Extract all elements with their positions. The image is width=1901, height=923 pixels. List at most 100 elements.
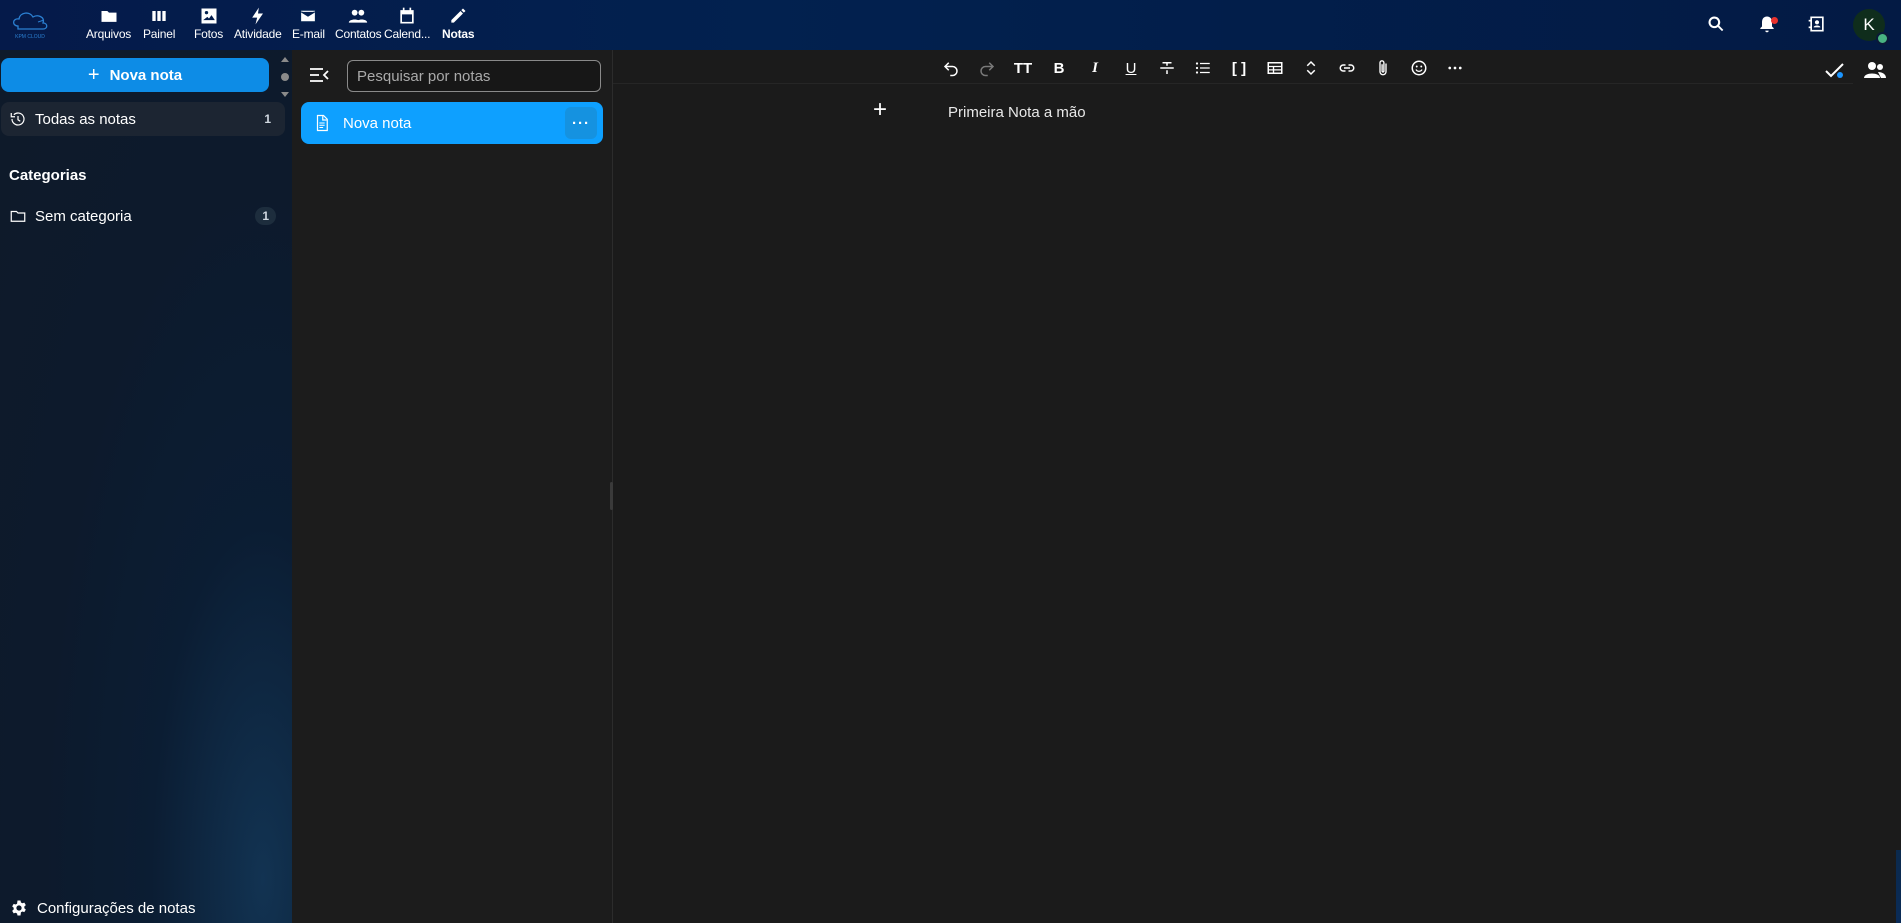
scroll-up-icon xyxy=(281,57,289,62)
emoji-icon xyxy=(1411,60,1427,76)
app-files[interactable]: Arquivos xyxy=(86,6,131,46)
text-size-button[interactable]: TT xyxy=(1011,56,1035,80)
underline-icon: U xyxy=(1125,59,1137,77)
collapse-sidebar-icon[interactable] xyxy=(308,64,330,86)
notification-badge xyxy=(1771,17,1778,24)
nav-item-count: 1 xyxy=(264,112,271,126)
mail-icon xyxy=(300,9,317,23)
note-list-item[interactable]: Nova nota ··· xyxy=(301,102,603,144)
note-editor: TT B I U [ ] + Primeira Nota a mão xyxy=(610,50,1901,923)
underline-button[interactable]: U xyxy=(1119,56,1143,80)
app-activity[interactable]: Atividade xyxy=(234,6,282,46)
note-content[interactable]: Primeira Nota a mão xyxy=(948,104,1086,121)
link-icon xyxy=(1339,64,1355,72)
strikethrough-button[interactable] xyxy=(1155,56,1179,80)
app-label: Arquivos xyxy=(86,27,132,41)
undo-icon xyxy=(943,62,958,77)
editor-toolbar: TT B I U [ ] xyxy=(613,50,1853,84)
new-note-label: Nova nota xyxy=(109,66,183,84)
app-label: Notas xyxy=(442,27,475,41)
app-calendar[interactable]: Calend... xyxy=(384,6,430,46)
svg-text:KPM CLOUD: KPM CLOUD xyxy=(15,34,45,40)
more-icon xyxy=(1448,66,1462,70)
contacts-menu-button[interactable] xyxy=(1803,10,1831,38)
plus-icon: + xyxy=(87,63,100,86)
app-label: Atividade xyxy=(234,27,282,41)
nav-item-count: 1 xyxy=(255,207,276,225)
note-actions-button[interactable]: ··· xyxy=(565,107,597,139)
add-block-icon[interactable]: + xyxy=(868,98,892,124)
code-block-button[interactable]: [ ] xyxy=(1227,56,1251,80)
link-button[interactable] xyxy=(1335,56,1359,80)
strikethrough-icon xyxy=(1160,62,1174,74)
contacts-icon xyxy=(349,9,368,23)
redo-icon xyxy=(980,62,995,77)
folder-icon xyxy=(101,11,117,22)
italic-button[interactable]: I xyxy=(1083,56,1107,80)
search-notes-input[interactable] xyxy=(347,60,601,92)
app-navigation: + Nova nota Todas as notas 1 Categorias … xyxy=(0,50,292,923)
attachment-button[interactable] xyxy=(1371,56,1395,80)
app-dashboard[interactable]: Painel xyxy=(143,6,175,46)
notes-settings-button[interactable]: Configurações de notas xyxy=(10,899,195,917)
calendar-icon xyxy=(400,7,414,24)
panel-resize-handle[interactable] xyxy=(610,482,613,510)
unfold-icon xyxy=(1306,60,1316,76)
more-icon: ··· xyxy=(572,114,590,132)
categories-heading: Categorias xyxy=(9,167,87,184)
history-icon xyxy=(10,112,25,126)
nav-item-label: Todas as notas xyxy=(35,110,136,128)
saved-status-icon[interactable] xyxy=(1823,58,1847,82)
app-logo[interactable]: KPM CLOUD xyxy=(8,8,52,40)
contact-card-icon xyxy=(1808,16,1824,32)
table-icon xyxy=(1267,62,1283,74)
redo-button[interactable] xyxy=(975,56,999,80)
sessions-icon[interactable] xyxy=(1863,58,1887,82)
scroll-thumb xyxy=(281,73,289,81)
app-label: Fotos xyxy=(194,27,224,41)
app-photos[interactable]: Fotos xyxy=(194,6,223,46)
list-icon xyxy=(1195,62,1210,74)
search-button[interactable] xyxy=(1702,10,1730,38)
sync-status-dot xyxy=(1837,72,1843,78)
bolt-icon xyxy=(251,7,263,25)
folder-outline-icon xyxy=(10,210,26,222)
app-contacts[interactable]: Contatos xyxy=(335,6,382,46)
emoji-button[interactable] xyxy=(1407,56,1431,80)
bold-button[interactable]: B xyxy=(1047,56,1071,80)
search-icon xyxy=(1708,16,1724,32)
brackets-icon: [ ] xyxy=(1231,59,1247,77)
more-options-button[interactable] xyxy=(1443,56,1467,80)
bold-icon: B xyxy=(1053,59,1065,77)
expand-button[interactable] xyxy=(1299,56,1323,80)
dashboard-icon xyxy=(152,11,166,21)
window-edge xyxy=(1896,850,1901,923)
online-status-dot xyxy=(1876,32,1889,45)
notifications-button[interactable] xyxy=(1753,10,1781,38)
nav-item-all-notes[interactable]: Todas as notas 1 xyxy=(1,102,285,136)
pencil-icon xyxy=(451,8,466,23)
nav-item-label: Sem categoria xyxy=(35,207,132,225)
nav-scrollbar[interactable] xyxy=(278,54,292,100)
image-icon xyxy=(201,8,216,24)
app-label: Calend... xyxy=(384,27,431,41)
bullet-list-button[interactable] xyxy=(1191,56,1215,80)
new-note-button[interactable]: + Nova nota xyxy=(1,58,269,92)
note-title: Nova nota xyxy=(343,114,412,132)
table-button[interactable] xyxy=(1263,56,1287,80)
format-size-icon: TT xyxy=(1013,59,1033,77)
nav-item-uncategorized[interactable]: Sem categoria 1 xyxy=(1,199,285,233)
settings-label: Configurações de notas xyxy=(37,899,196,917)
app-label: Painel xyxy=(143,27,176,41)
scroll-down-icon xyxy=(281,92,289,97)
app-notes[interactable]: Notas xyxy=(442,6,475,46)
document-icon xyxy=(316,114,328,132)
undo-button[interactable] xyxy=(939,56,963,80)
paperclip-icon xyxy=(1379,60,1387,76)
app-label: Contatos xyxy=(335,27,382,41)
app-mail[interactable]: E-mail xyxy=(292,6,325,46)
avatar-initial: K xyxy=(1863,15,1875,34)
notes-list-panel: Nova nota ··· xyxy=(292,50,613,923)
italic-icon: I xyxy=(1092,59,1098,76)
top-header: KPM CLOUD Arquivos Painel Fotos Atividad… xyxy=(0,0,1901,50)
